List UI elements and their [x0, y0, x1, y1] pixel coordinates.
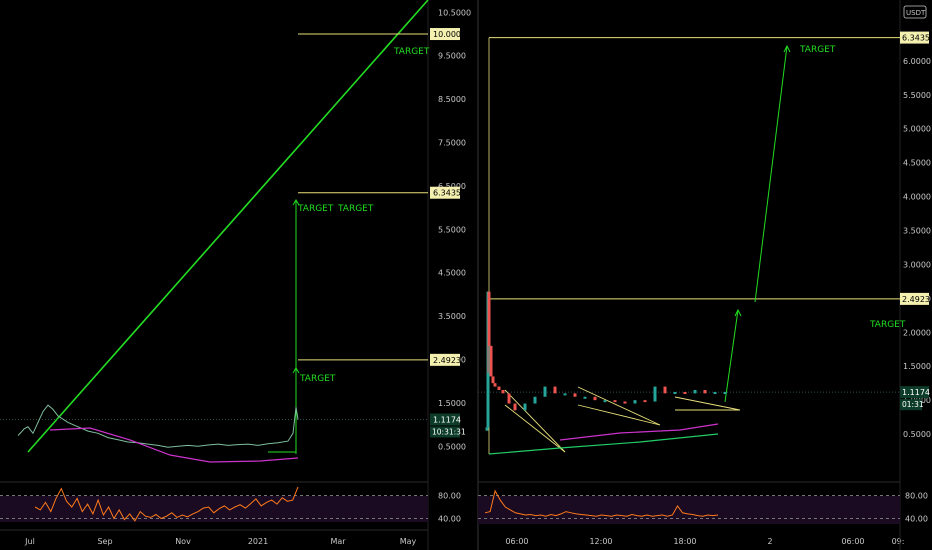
target-annotation: TARGET: [299, 374, 336, 384]
rsi-tick-label: 40.00: [438, 515, 461, 524]
x-tick-label: 2: [767, 537, 772, 546]
x-tick-label: 06:00: [505, 537, 528, 546]
x-tick-label: 18:00: [673, 537, 696, 546]
y-tick-label: 1.5000: [903, 362, 931, 371]
y-tick-label: 3.5000: [903, 227, 931, 236]
y-tick-label: 4.5000: [903, 159, 931, 168]
candle: [497, 386, 501, 390]
y-tick-label: 6.0000: [903, 57, 931, 66]
target-annotation: TARGET: [337, 204, 374, 214]
candle: [653, 386, 657, 402]
y-tick-label: 5.0000: [903, 125, 931, 134]
target-annotation: TARGET: [297, 204, 334, 214]
candle: [485, 427, 489, 431]
target-annotation: TARGET: [799, 45, 836, 55]
y-tick-label: 3.5000: [438, 312, 466, 321]
y-tick-label: 2.0000: [903, 328, 931, 337]
countdown-label: 10:31:31: [432, 428, 466, 437]
candle: [507, 393, 511, 404]
y-tick-label: 4.5000: [438, 269, 466, 278]
x-tick-label: 2021: [248, 537, 268, 546]
x-tick-label: Nov: [175, 537, 191, 546]
price-tag-label: 6.3435: [433, 189, 461, 198]
candle: [593, 396, 597, 401]
y-tick-label: 5.5000: [903, 91, 931, 100]
target-annotation: TARGET: [393, 47, 430, 57]
rsi-tick-label: 80.00: [905, 492, 928, 501]
y-tick-label: 9.5000: [438, 52, 466, 61]
candle: [489, 345, 493, 377]
candle: [533, 396, 537, 404]
candle: [703, 389, 707, 394]
candle: [501, 389, 505, 394]
y-tick-label: 5.5000: [438, 225, 466, 234]
candle: [633, 400, 637, 404]
rsi-tick-label: 80.00: [438, 492, 461, 501]
candle: [553, 386, 557, 394]
candle: [543, 386, 547, 397]
y-tick-label: 7.5000: [438, 139, 466, 148]
y-tick-label: 8.5000: [438, 95, 466, 104]
candle: [713, 392, 717, 395]
rsi-band: [478, 496, 900, 524]
chart-background: [0, 0, 932, 550]
x-tick-label: 12:00: [589, 537, 612, 546]
y-tick-label: 0.5000: [438, 442, 466, 451]
candle: [683, 392, 687, 395]
rsi-band: [0, 496, 428, 522]
candle: [493, 383, 497, 387]
current-price-label: 1.1174: [902, 388, 930, 397]
y-tick-label: 1.5000: [438, 399, 466, 408]
x-tick-label: Sep: [97, 537, 112, 546]
y-tick-label: 10.5000: [438, 8, 471, 17]
candle: [613, 400, 617, 403]
y-tick-label: 4.0000: [903, 193, 931, 202]
candle: [693, 389, 697, 394]
candle: [513, 403, 517, 411]
price-tag-label: 6.3435: [902, 34, 930, 43]
candle: [583, 396, 587, 399]
currency-badge-label: USDT: [906, 9, 926, 17]
candle: [663, 386, 667, 394]
price-tag-label: 2.4923: [902, 295, 930, 304]
candle: [723, 392, 727, 395]
chart-canvas: 10.50009.50008.50007.50006.50005.50004.5…: [0, 0, 932, 550]
x-tick-label: Jul: [24, 537, 35, 546]
x-tick-label: 06:00: [841, 537, 864, 546]
current-price-label: 1.1174: [433, 416, 461, 425]
price-tag-label: 10.0000: [433, 30, 466, 39]
x-tick-label: May: [400, 537, 417, 546]
candle: [523, 403, 527, 411]
rsi-tick-label: 40.00: [905, 515, 928, 524]
y-tick-label: 0.5000: [903, 430, 931, 439]
candle: [623, 401, 627, 404]
candle: [563, 393, 567, 396]
countdown-label: 01:31: [902, 400, 924, 409]
candle: [603, 400, 607, 403]
price-tag-label: 2.4923: [433, 356, 461, 365]
y-tick-label: 3.0000: [903, 260, 931, 269]
x-tick-label: Mar: [330, 537, 346, 546]
x-tick-label: 09:: [892, 537, 905, 546]
candle: [673, 392, 677, 395]
candle: [643, 400, 647, 403]
candle: [491, 376, 495, 384]
target-annotation: TARGET: [869, 320, 906, 330]
candle: [573, 393, 577, 397]
